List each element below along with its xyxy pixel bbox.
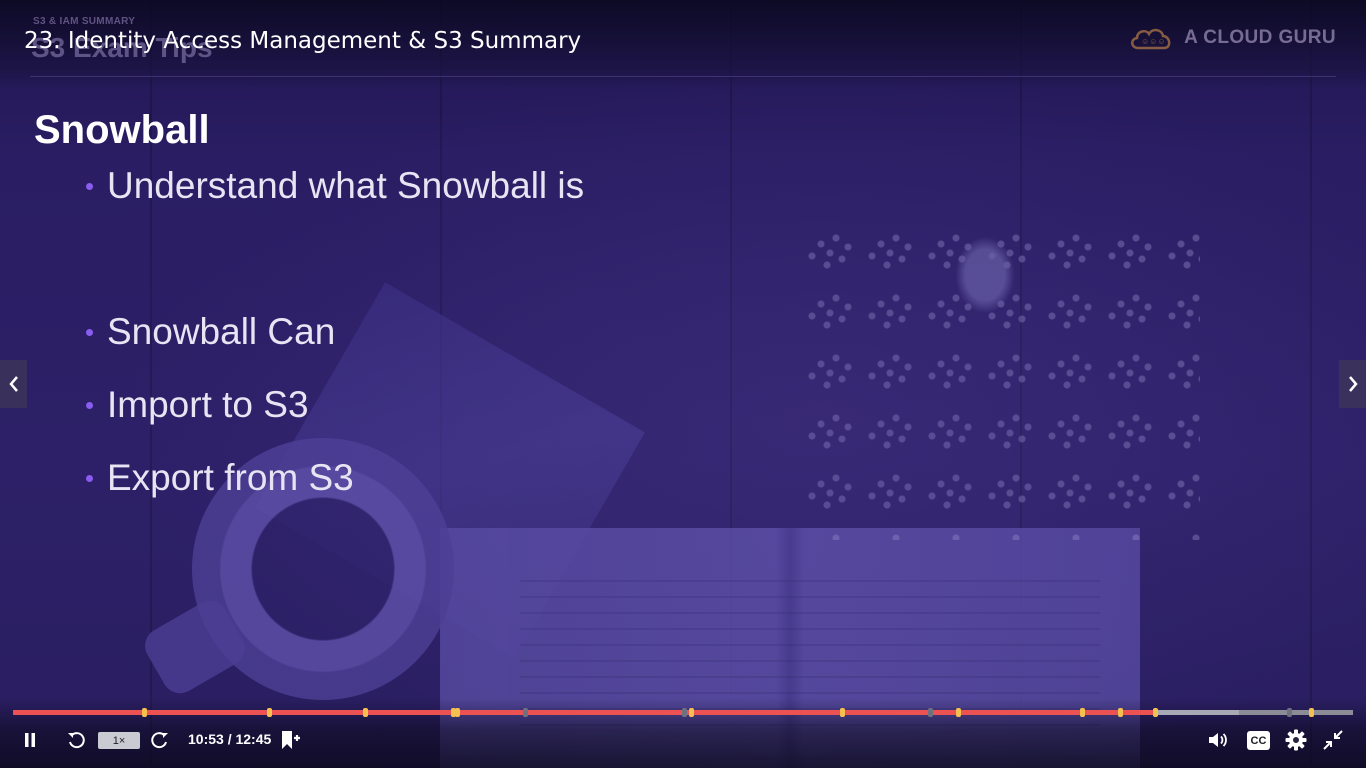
settings-button[interactable]	[1284, 728, 1308, 752]
chapter-marker[interactable]	[454, 708, 460, 717]
captions-button[interactable]: CC	[1247, 731, 1270, 750]
chapter-marker[interactable]	[1309, 708, 1315, 717]
brand-name: A CLOUD GURU	[1184, 27, 1336, 48]
chapter-marker[interactable]	[1080, 708, 1086, 717]
duration: 12:45	[235, 731, 272, 747]
bullet-text: Export from S3	[107, 457, 354, 498]
slide-divider	[30, 76, 1336, 77]
cloud-logo-icon: ☺☺☺	[1131, 28, 1171, 50]
exit-fullscreen-icon	[1323, 730, 1343, 750]
chapter-marker[interactable]	[840, 708, 846, 717]
bullet-text: Import to S3	[107, 384, 309, 425]
bullet-dot	[86, 474, 93, 482]
chapter-marker[interactable]	[955, 708, 961, 717]
bullet-item: Export from S3	[86, 457, 354, 499]
svg-text:☺☺☺: ☺☺☺	[1141, 37, 1166, 46]
forward-icon	[151, 732, 168, 749]
bullet-text: Snowball Can	[107, 311, 336, 352]
bullet-item: Understand what Snowball is	[86, 165, 584, 207]
chapter-marker[interactable]	[682, 708, 688, 717]
brand-logo: ☺☺☺ A CLOUD GURU	[1128, 24, 1336, 52]
video-title-bar: S3 & IAM SUMMARY S3 Exam Tips 23. Identi…	[0, 0, 1366, 88]
bullet-dot	[86, 182, 93, 190]
chapter-marker[interactable]	[142, 708, 148, 717]
progress-bar[interactable]	[13, 708, 1353, 717]
chevron-right-icon	[1348, 376, 1358, 392]
volume-icon	[1209, 733, 1227, 747]
chapter-marker[interactable]	[689, 708, 695, 717]
pause-icon	[25, 733, 35, 747]
pause-button[interactable]	[20, 728, 40, 752]
bullet-text: Understand what Snowball is	[107, 165, 585, 206]
chapter-marker[interactable]	[1152, 708, 1158, 717]
time-display: 10:53 / 12:45	[188, 731, 271, 747]
slide-kicker: S3 & IAM SUMMARY	[33, 16, 136, 27]
rewind-icon	[68, 732, 85, 749]
chapter-marker[interactable]	[266, 708, 272, 717]
video-title: 23. Identity Access Management & S3 Summ…	[24, 28, 582, 54]
exit-fullscreen-button[interactable]	[1321, 728, 1345, 752]
chevron-left-icon	[8, 376, 18, 392]
rewind-button[interactable]	[65, 728, 87, 752]
bullet-dot	[86, 401, 93, 409]
time-separator: /	[223, 731, 236, 747]
chapter-marker[interactable]	[363, 708, 369, 717]
chapter-marker[interactable]	[1286, 708, 1292, 717]
next-lecture-button[interactable]	[1339, 360, 1366, 408]
current-time: 10:53	[188, 731, 224, 747]
bullet-dot	[86, 328, 93, 336]
progress-played	[13, 710, 1157, 715]
bullet-item: Import to S3	[86, 384, 309, 426]
slide-title: Snowball	[34, 108, 210, 152]
bullet-item: Snowball Can	[86, 311, 335, 353]
chapter-marker[interactable]	[1117, 708, 1123, 717]
forward-button[interactable]	[149, 728, 171, 752]
volume-button[interactable]	[1206, 728, 1230, 752]
chapter-marker[interactable]	[522, 708, 528, 717]
add-bookmark-icon	[282, 731, 300, 749]
playback-speed-button[interactable]: 1×	[98, 732, 140, 749]
gear-icon	[1285, 729, 1307, 751]
previous-lecture-button[interactable]	[0, 360, 27, 408]
plant-image	[950, 230, 1020, 320]
chapter-marker[interactable]	[927, 708, 933, 717]
add-bookmark-button[interactable]	[278, 728, 302, 752]
